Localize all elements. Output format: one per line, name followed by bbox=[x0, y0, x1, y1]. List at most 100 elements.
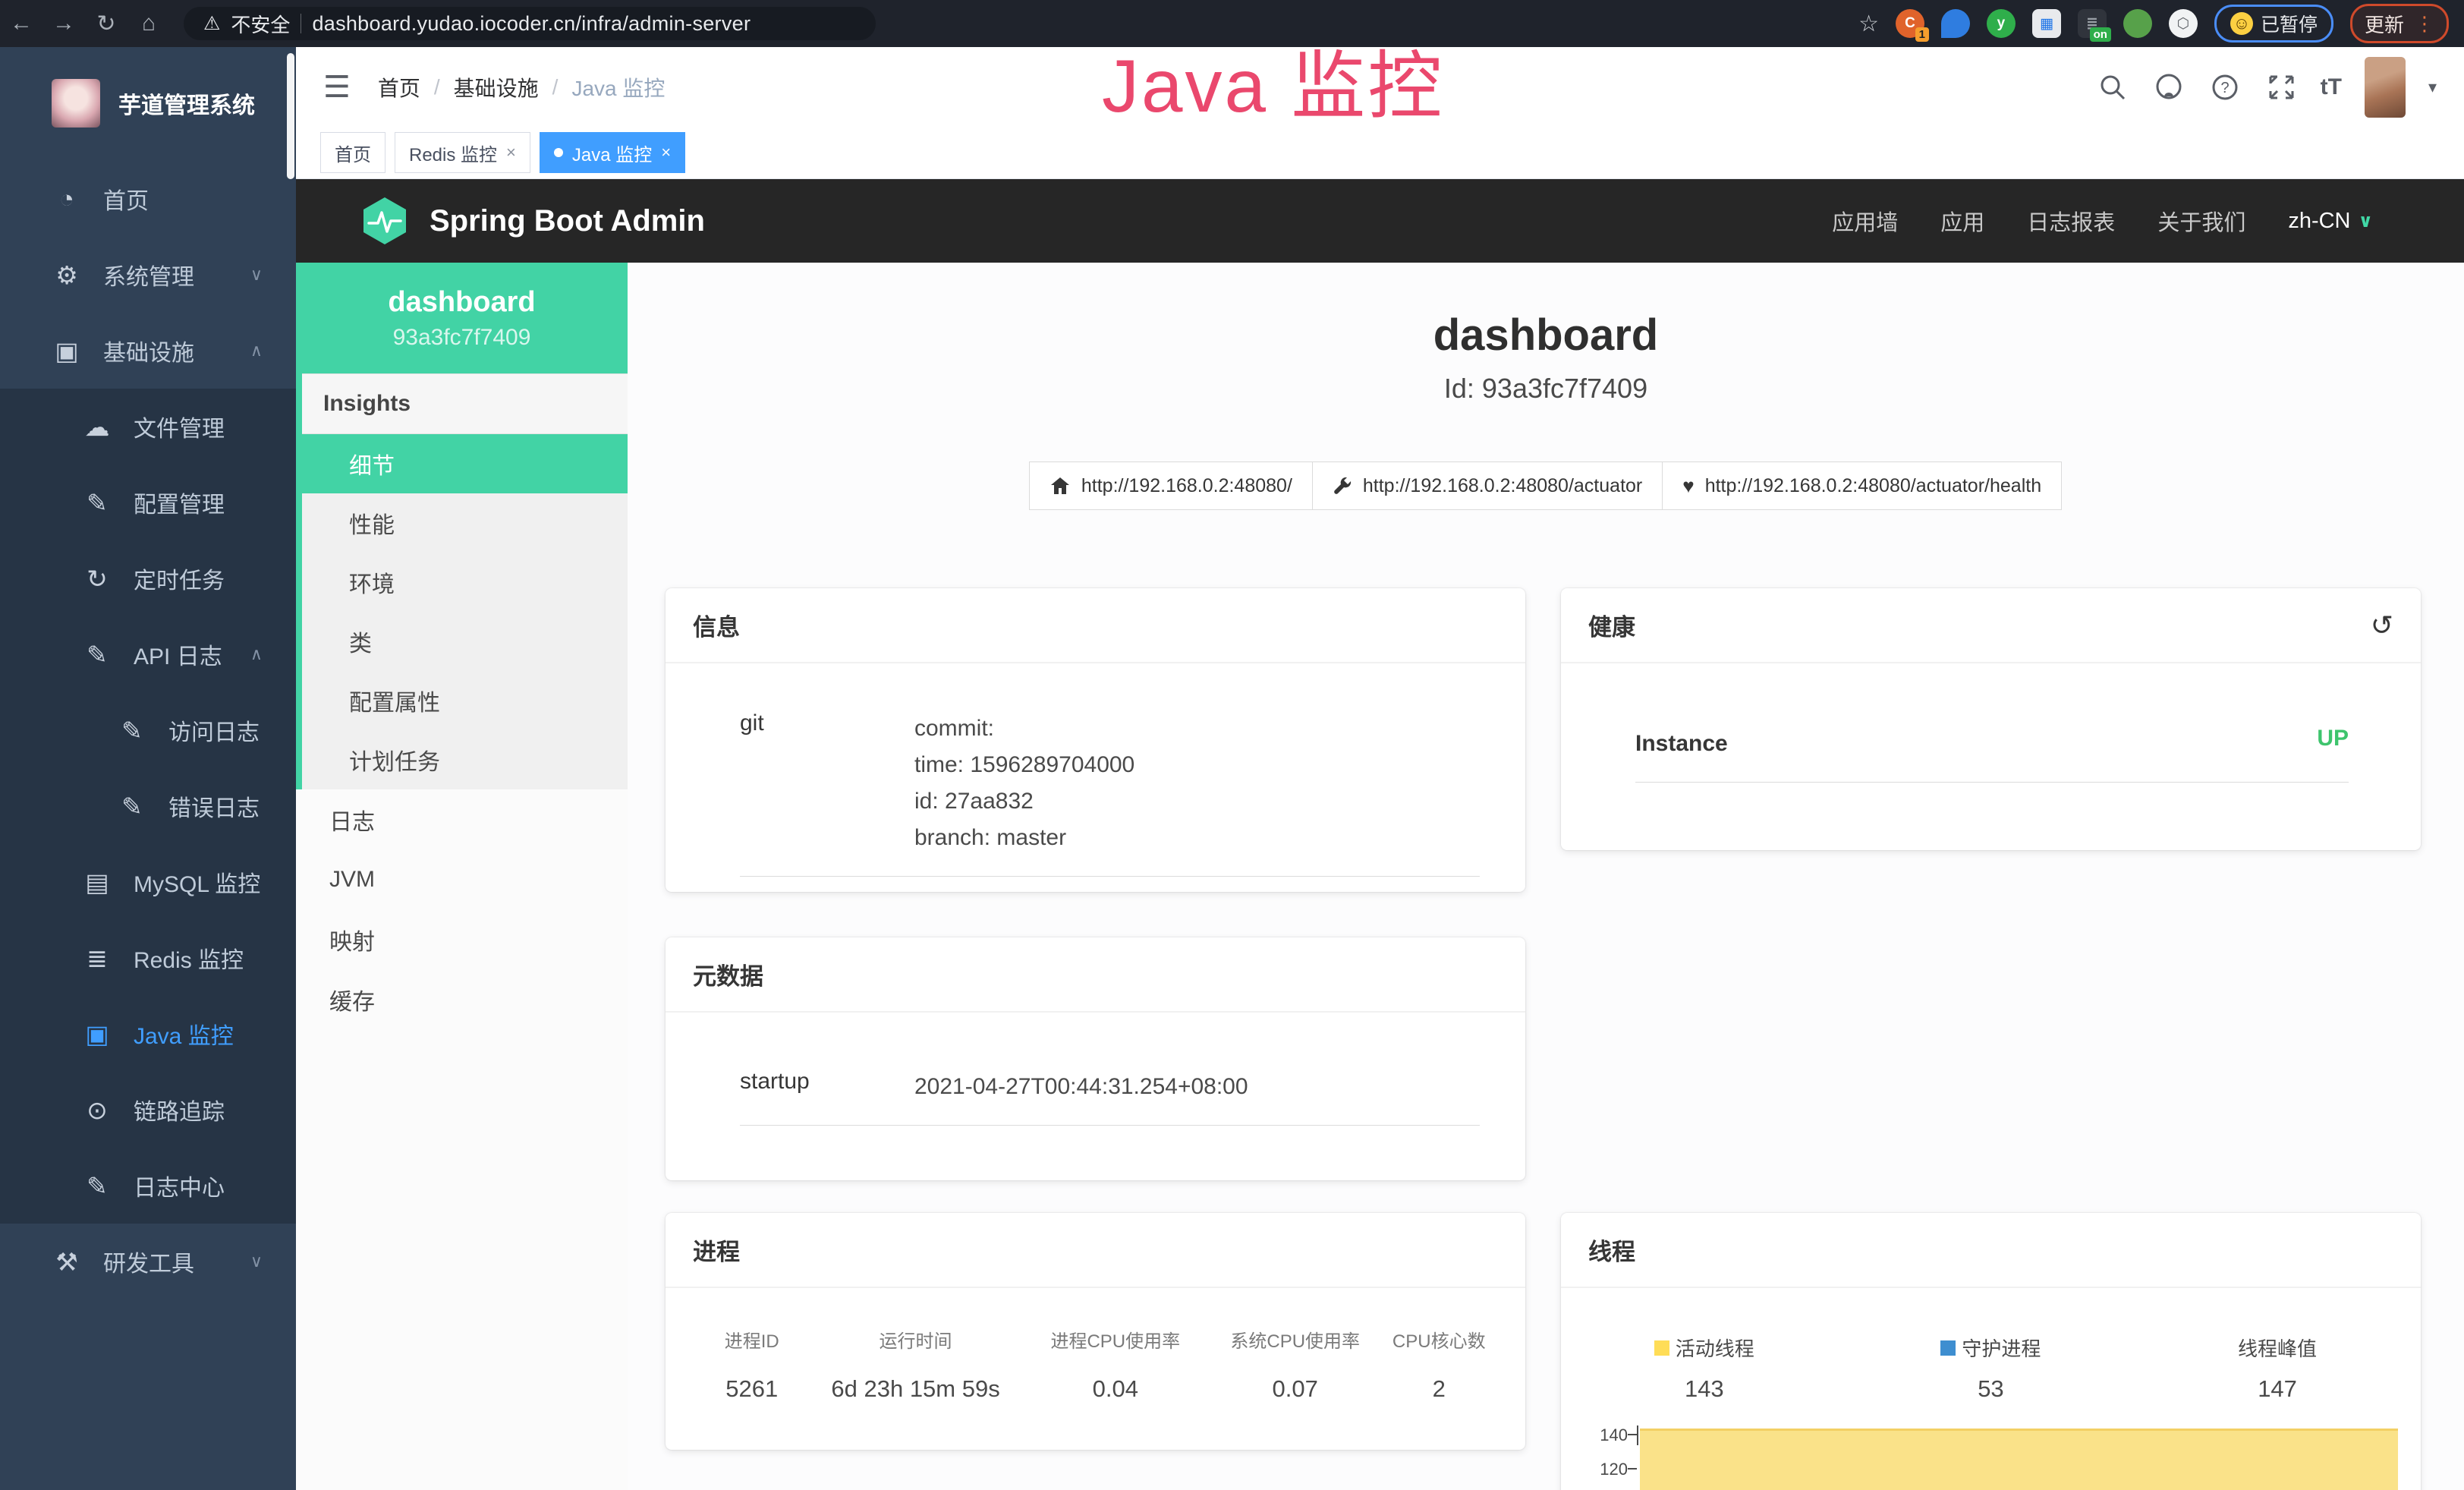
search-icon[interactable] bbox=[2096, 71, 2129, 104]
extension-icon-list[interactable]: ≣ on bbox=[2078, 9, 2107, 38]
process-col-proc-cpu: 进程CPU使用率 0.04 bbox=[1024, 1326, 1207, 1403]
sba-menu-details[interactable]: 细节 bbox=[302, 434, 628, 493]
browser-forward-icon[interactable]: → bbox=[42, 11, 85, 36]
threads-legend: 活动线程 143 守护进程 53 bbox=[1561, 1334, 2421, 1403]
sidebar-item-error-logs[interactable]: ✎ 错误日志 bbox=[0, 768, 296, 844]
sidebar-item-label: 定时任务 bbox=[134, 562, 225, 595]
sidebar-item-config-manage[interactable]: ✎ 配置管理 bbox=[0, 465, 296, 540]
user-caret-icon[interactable]: ▾ bbox=[2428, 77, 2437, 97]
extension-puzzle-icon[interactable]: ⬡ bbox=[2169, 9, 2198, 38]
sidebar-item-redis-monitor[interactable]: ≣ Redis 监控 bbox=[0, 920, 296, 996]
breadcrumb-infra[interactable]: 基础设施 bbox=[454, 72, 539, 102]
close-icon[interactable]: × bbox=[506, 143, 516, 162]
sba-menu-metrics[interactable]: 性能 bbox=[302, 493, 628, 553]
info-key: git bbox=[740, 710, 914, 856]
close-icon[interactable]: × bbox=[661, 143, 671, 162]
chrome-update-button[interactable]: 更新 ⋮ bbox=[2350, 4, 2449, 43]
sidebar-item-log-center[interactable]: ✎ 日志中心 bbox=[0, 1148, 296, 1224]
extension-icon-grid[interactable]: ▦ bbox=[2032, 9, 2061, 38]
legend-value: 147 bbox=[2258, 1375, 2297, 1403]
sba-language-select[interactable]: zh-CN ∨ bbox=[2288, 209, 2373, 234]
browser-back-icon[interactable]: ← bbox=[0, 11, 42, 36]
card-health-title: 健康 bbox=[1588, 608, 1635, 642]
address-bar[interactable]: ⚠ 不安全 dashboard.yudao.iocoder.cn/infra/a… bbox=[184, 7, 876, 40]
info-value: commit: time: 1596289704000 id: 27aa832 … bbox=[914, 710, 1480, 856]
sidebar-item-label: 错误日志 bbox=[168, 789, 260, 823]
sba-nav-about[interactable]: 关于我们 bbox=[2157, 205, 2245, 237]
kebab-menu-icon[interactable]: ⋮ bbox=[2415, 12, 2434, 36]
tab-label: Java 监控 bbox=[572, 140, 652, 166]
sba-menu-config-props[interactable]: 配置属性 bbox=[302, 671, 628, 730]
sba-sidebar: dashboard 93a3fc7f7409 Insights 细节 性能 环境… bbox=[296, 263, 628, 1490]
sba-menu-caches[interactable]: 缓存 bbox=[296, 969, 628, 1029]
sba-menu-logs[interactable]: 日志 bbox=[296, 789, 628, 849]
sba-instance-id: 93a3fc7f7409 bbox=[393, 325, 531, 351]
service-url-link[interactable]: http://192.168.0.2:48080/ bbox=[1029, 461, 1313, 510]
sba-nav-journal[interactable]: 日志报表 bbox=[2027, 205, 2115, 237]
github-icon[interactable] bbox=[2152, 71, 2186, 104]
log-edit-icon: ✎ bbox=[115, 792, 149, 821]
extension-icon-pin[interactable] bbox=[1941, 9, 1970, 38]
browser-reload-icon[interactable]: ↻ bbox=[85, 11, 127, 37]
browser-home-icon[interactable]: ⌂ bbox=[127, 11, 170, 36]
sidebar-item-access-logs[interactable]: ✎ 访问日志 bbox=[0, 692, 296, 768]
sba-menu-mappings[interactable]: 映射 bbox=[296, 909, 628, 969]
sidebar-item-label: 研发工具 bbox=[103, 1245, 194, 1278]
history-icon[interactable]: ↺ bbox=[2371, 610, 2393, 641]
sidebar-item-java-monitor[interactable]: ▣ Java 监控 bbox=[0, 996, 296, 1072]
user-avatar[interactable] bbox=[2365, 57, 2406, 118]
font-size-icon[interactable]: tT bbox=[2321, 74, 2342, 100]
sba-nav-wallboard[interactable]: 应用墙 bbox=[1832, 205, 1898, 237]
sba-menu-jvm[interactable]: JVM bbox=[296, 849, 628, 909]
actuator-url-link[interactable]: http://192.168.0.2:48080/actuator bbox=[1312, 461, 1663, 510]
sba-insights-label: Insights bbox=[302, 373, 628, 434]
breadcrumb-home[interactable]: 首页 bbox=[378, 72, 420, 102]
browser-chrome: ← → ↻ ⌂ ⚠ 不安全 dashboard.yudao.iocoder.cn… bbox=[0, 0, 2464, 47]
sidebar-item-label: 文件管理 bbox=[134, 410, 225, 443]
extension-badge: 1 bbox=[1915, 27, 1929, 42]
sba-instance-name: dashboard bbox=[388, 286, 535, 319]
paused-chip[interactable]: ☺ 已暂停 bbox=[2214, 5, 2333, 43]
legend-live-threads: 活动线程 143 bbox=[1561, 1334, 1848, 1403]
sidebar-item-dev-tools[interactable]: ⚒ 研发工具 ∨ bbox=[0, 1224, 296, 1299]
sidebar-item-system[interactable]: ⚙ 系统管理 ∨ bbox=[0, 237, 296, 313]
extension-icon-y[interactable]: y bbox=[1987, 9, 2016, 38]
chevron-up-icon: ∧ bbox=[250, 341, 263, 361]
extension-icon-leaf[interactable] bbox=[2123, 9, 2152, 38]
tab-java-monitor[interactable]: Java 监控 × bbox=[540, 132, 685, 173]
tab-redis-monitor[interactable]: Redis 监控 × bbox=[395, 132, 530, 173]
sidebar-item-scheduled-jobs[interactable]: ↻ 定时任务 bbox=[0, 540, 296, 616]
legend-label: 活动线程 bbox=[1676, 1334, 1754, 1362]
legend-value: 143 bbox=[1685, 1375, 1724, 1403]
timer-icon: ↻ bbox=[80, 564, 114, 594]
health-url-link[interactable]: ♥ http://192.168.0.2:48080/actuator/heal… bbox=[1662, 461, 2062, 510]
actuator-url-text: http://192.168.0.2:48080/actuator bbox=[1363, 475, 1642, 497]
sba-menu-scheduled-tasks[interactable]: 计划任务 bbox=[302, 730, 628, 789]
sidebar-item-label: MySQL 监控 bbox=[134, 865, 260, 899]
hamburger-icon[interactable]: ☰ bbox=[323, 70, 351, 105]
fullscreen-icon[interactable] bbox=[2264, 71, 2298, 104]
chevron-down-icon: ∨ bbox=[250, 1252, 263, 1271]
log-edit-icon: ✎ bbox=[80, 1171, 114, 1201]
tab-home[interactable]: 首页 bbox=[320, 132, 385, 173]
sidebar-item-infra[interactable]: ▣ 基础设施 ∧ bbox=[0, 313, 296, 389]
bookmark-star-icon[interactable]: ☆ bbox=[1858, 11, 1879, 37]
sidebar-item-home[interactable]: ◔ 首页 bbox=[0, 161, 296, 237]
sba-menu-environment[interactable]: 环境 bbox=[302, 553, 628, 612]
help-icon[interactable]: ? bbox=[2208, 71, 2242, 104]
sidebar-item-file-manage[interactable]: ☁ 文件管理 bbox=[0, 389, 296, 465]
sba-instance-header[interactable]: dashboard 93a3fc7f7409 bbox=[296, 263, 628, 373]
sba-nav-applications[interactable]: 应用 bbox=[1940, 205, 1984, 237]
extension-icon-orange[interactable]: C 1 bbox=[1896, 9, 1924, 38]
sidebar-item-label: Redis 监控 bbox=[134, 941, 244, 975]
y-axis-line bbox=[1637, 1425, 1638, 1445]
sba-menu-classes[interactable]: 类 bbox=[302, 612, 628, 671]
metadata-value: 2021-04-27T00:44:31.254+08:00 bbox=[914, 1069, 1480, 1105]
legend-peak-threads: 线程峰值 147 bbox=[2134, 1334, 2421, 1403]
legend-swatch-daemon bbox=[1940, 1340, 1956, 1356]
sidebar-item-api-logs[interactable]: ✎ API 日志 ∧ bbox=[0, 616, 296, 692]
sidebar-item-mysql-monitor[interactable]: ▤ MySQL 监控 bbox=[0, 844, 296, 920]
breadcrumb-current: Java 监控 bbox=[571, 72, 665, 102]
sidebar-scrollbar-thumb[interactable] bbox=[287, 53, 294, 179]
sidebar-item-tracing[interactable]: ⊙ 链路追踪 bbox=[0, 1072, 296, 1148]
